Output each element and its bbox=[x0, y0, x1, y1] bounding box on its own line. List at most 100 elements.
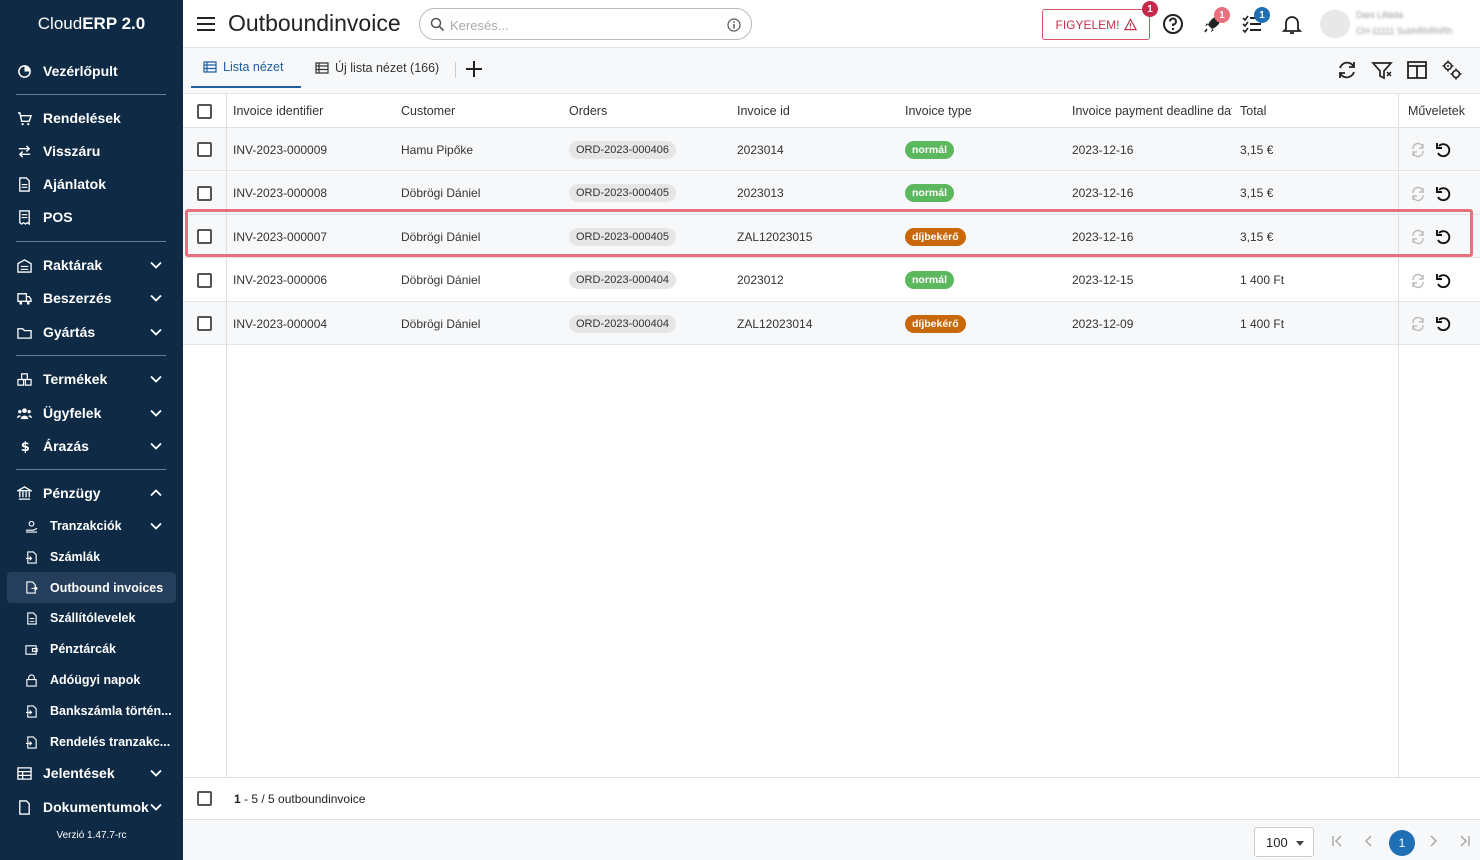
help-icon[interactable] bbox=[1162, 13, 1184, 35]
footer-select-checkbox[interactable] bbox=[197, 791, 212, 806]
sidebar-subitem-invoices[interactable]: Számlák bbox=[0, 543, 183, 571]
first-page-icon[interactable] bbox=[1330, 834, 1344, 848]
cell-order: ORD-2023-000406 bbox=[569, 128, 676, 171]
sidebar-item-customers[interactable]: Ügyfelek bbox=[0, 398, 183, 428]
sidebar-item-pricing[interactable]: $ Árazás bbox=[0, 431, 183, 461]
warehouse-icon bbox=[16, 257, 32, 273]
order-chip[interactable]: ORD-2023-000404 bbox=[569, 271, 676, 289]
sync-icon[interactable] bbox=[1410, 316, 1426, 332]
sidebar-subitem-delivery-notes[interactable]: Szállítólevelek bbox=[0, 604, 183, 632]
app-version: Verzió 1.47.7-rc bbox=[56, 830, 127, 841]
order-chip[interactable]: ORD-2023-000406 bbox=[569, 140, 676, 159]
cell-total: 1 400 Ft bbox=[1240, 259, 1284, 302]
avatar[interactable] bbox=[1320, 10, 1350, 38]
tab-list-view[interactable]: Lista nézet bbox=[191, 48, 301, 88]
chevron-down-icon bbox=[150, 375, 162, 383]
cell-total: 3,15 € bbox=[1240, 215, 1273, 258]
sidebar-item-finance[interactable]: Pénzügy bbox=[0, 478, 183, 508]
table-row[interactable]: INV-2023-000009 Hamu Pipőke ORD-2023-00040… bbox=[183, 128, 1480, 171]
add-tab-icon[interactable] bbox=[463, 58, 485, 80]
sidebar-item-purchasing[interactable]: Beszerzés bbox=[0, 283, 183, 313]
page-size-select[interactable]: 100 bbox=[1254, 827, 1314, 857]
last-page-icon[interactable] bbox=[1458, 834, 1472, 848]
sidebar-subitem-wallets[interactable]: Pénztárcák bbox=[0, 635, 183, 663]
column-header[interactable]: Invoice id bbox=[737, 94, 897, 128]
sidebar-item-warehouses[interactable]: Raktárak bbox=[0, 250, 183, 280]
undo-icon[interactable] bbox=[1435, 142, 1451, 158]
column-header[interactable]: Invoice identifier bbox=[233, 94, 393, 128]
sync-icon[interactable] bbox=[1410, 273, 1426, 289]
order-chip[interactable]: ORD-2023-000405 bbox=[569, 184, 676, 202]
sidebar-item-manufacturing[interactable]: Gyártás bbox=[0, 317, 183, 347]
column-header[interactable]: Invoice type bbox=[905, 94, 1065, 128]
cell-invoice-id: 2023014 bbox=[737, 128, 784, 171]
sidebar-item-dashboard[interactable]: Vezérlőpult bbox=[0, 56, 183, 86]
brand-logo[interactable]: Cloud ERP 2.0 bbox=[0, 0, 183, 48]
undo-icon[interactable] bbox=[1435, 186, 1451, 202]
info-icon[interactable] bbox=[727, 18, 741, 32]
cell-text: 2023-12-16 bbox=[1072, 186, 1134, 200]
cell-identifier: INV-2023-000006 bbox=[233, 259, 327, 302]
sidebar-subitem-outbound-invoices[interactable]: Outbound invoices bbox=[7, 572, 176, 603]
alert-button[interactable]: FIGYELEM! bbox=[1042, 9, 1150, 40]
brand-bold: ERP 2.0 bbox=[82, 14, 146, 33]
notification-bell-icon[interactable] bbox=[1281, 13, 1303, 35]
undo-icon[interactable] bbox=[1435, 316, 1451, 332]
sidebar-item-pos[interactable]: POS bbox=[0, 202, 183, 232]
table-row[interactable]: INV-2023-000008 Döbrögi Dániel ORD-2023-00… bbox=[183, 171, 1480, 215]
column-divider bbox=[226, 94, 227, 820]
tab-new-list-view[interactable]: Új lista nézet (166) bbox=[315, 48, 439, 88]
sync-icon[interactable] bbox=[1410, 142, 1426, 158]
sync-icon[interactable] bbox=[1410, 229, 1426, 245]
table-row[interactable]: INV-2023-000007 Döbrögi Dániel ORD-2023-00… bbox=[183, 215, 1480, 258]
sidebar-item-reports[interactable]: Jelentések bbox=[0, 758, 183, 788]
tab-separator bbox=[455, 62, 456, 78]
sidebar-item-quotes[interactable]: Ajánlatok bbox=[0, 169, 183, 199]
select-all-checkbox[interactable] bbox=[197, 104, 212, 119]
sync-icon[interactable] bbox=[1410, 186, 1426, 202]
sidebar-subitem-order-transactions[interactable]: Rendelés tranzakc... bbox=[0, 728, 183, 756]
sidebar-subitem-transactions[interactable]: Tranzakciók bbox=[0, 512, 183, 540]
columns-icon[interactable] bbox=[1406, 59, 1428, 81]
row-checkbox[interactable] bbox=[197, 272, 212, 288]
order-chip[interactable]: ORD-2023-000404 bbox=[569, 314, 676, 333]
sidebar-subitem-bank-history[interactable]: Bankszámla történ... bbox=[0, 697, 183, 725]
sidebar-item-orders[interactable]: Rendelések bbox=[0, 103, 183, 133]
cell-identifier: INV-2023-000007 bbox=[233, 215, 327, 258]
column-header[interactable]: Total bbox=[1240, 94, 1340, 128]
hamburger-menu-icon[interactable] bbox=[195, 13, 217, 35]
filter-icon[interactable] bbox=[1371, 59, 1393, 81]
bank-icon bbox=[16, 485, 32, 501]
next-page-icon[interactable] bbox=[1426, 834, 1440, 848]
cell-text: INV-2023-000009 bbox=[233, 142, 328, 157]
record-range-rest: - 5 / 5 outboundinvoice bbox=[240, 792, 366, 806]
table-row[interactable]: INV-2023-000006 Döbrögi Dániel ORD-2023-00… bbox=[183, 258, 1480, 302]
dollar-icon: $ bbox=[16, 438, 32, 454]
column-header[interactable]: Customer bbox=[401, 94, 561, 128]
previous-page-icon[interactable] bbox=[1362, 834, 1376, 848]
refresh-icon[interactable] bbox=[1336, 59, 1358, 81]
undo-icon[interactable] bbox=[1435, 273, 1451, 289]
table-row[interactable]: INV-2023-000004 Döbrögi Dániel ORD-2023-00… bbox=[183, 302, 1480, 345]
record-count: 1 - 5 / 5 outboundinvoice bbox=[234, 792, 365, 806]
column-header[interactable]: Orders bbox=[569, 94, 729, 128]
current-page-button[interactable]: 1 bbox=[1389, 830, 1415, 856]
order-chip[interactable]: ORD-2023-000405 bbox=[569, 227, 676, 246]
wallet-icon bbox=[24, 642, 38, 656]
sidebar-subitem-tax-days[interactable]: Adóügyi napok bbox=[0, 666, 183, 694]
row-checkbox[interactable] bbox=[197, 185, 212, 201]
search-input[interactable] bbox=[450, 15, 720, 35]
sidebar-item-documents[interactable]: Dokumentumok bbox=[0, 792, 183, 822]
chevron-down-icon bbox=[150, 261, 162, 269]
settings-gears-icon[interactable] bbox=[1441, 59, 1463, 81]
sidebar-item-label: Árazás bbox=[43, 438, 89, 454]
undo-icon[interactable] bbox=[1435, 229, 1451, 245]
cell-deadline: 2023-12-16 bbox=[1072, 172, 1133, 215]
sidebar-item-returns[interactable]: Visszáru bbox=[0, 136, 183, 166]
row-checkbox[interactable] bbox=[197, 316, 212, 331]
column-header[interactable]: Invoice payment deadline date bbox=[1072, 94, 1232, 128]
sidebar-item-products[interactable]: Termékek bbox=[0, 364, 183, 394]
search-box[interactable] bbox=[419, 8, 752, 40]
row-checkbox[interactable] bbox=[197, 229, 212, 244]
row-checkbox[interactable] bbox=[197, 142, 212, 157]
